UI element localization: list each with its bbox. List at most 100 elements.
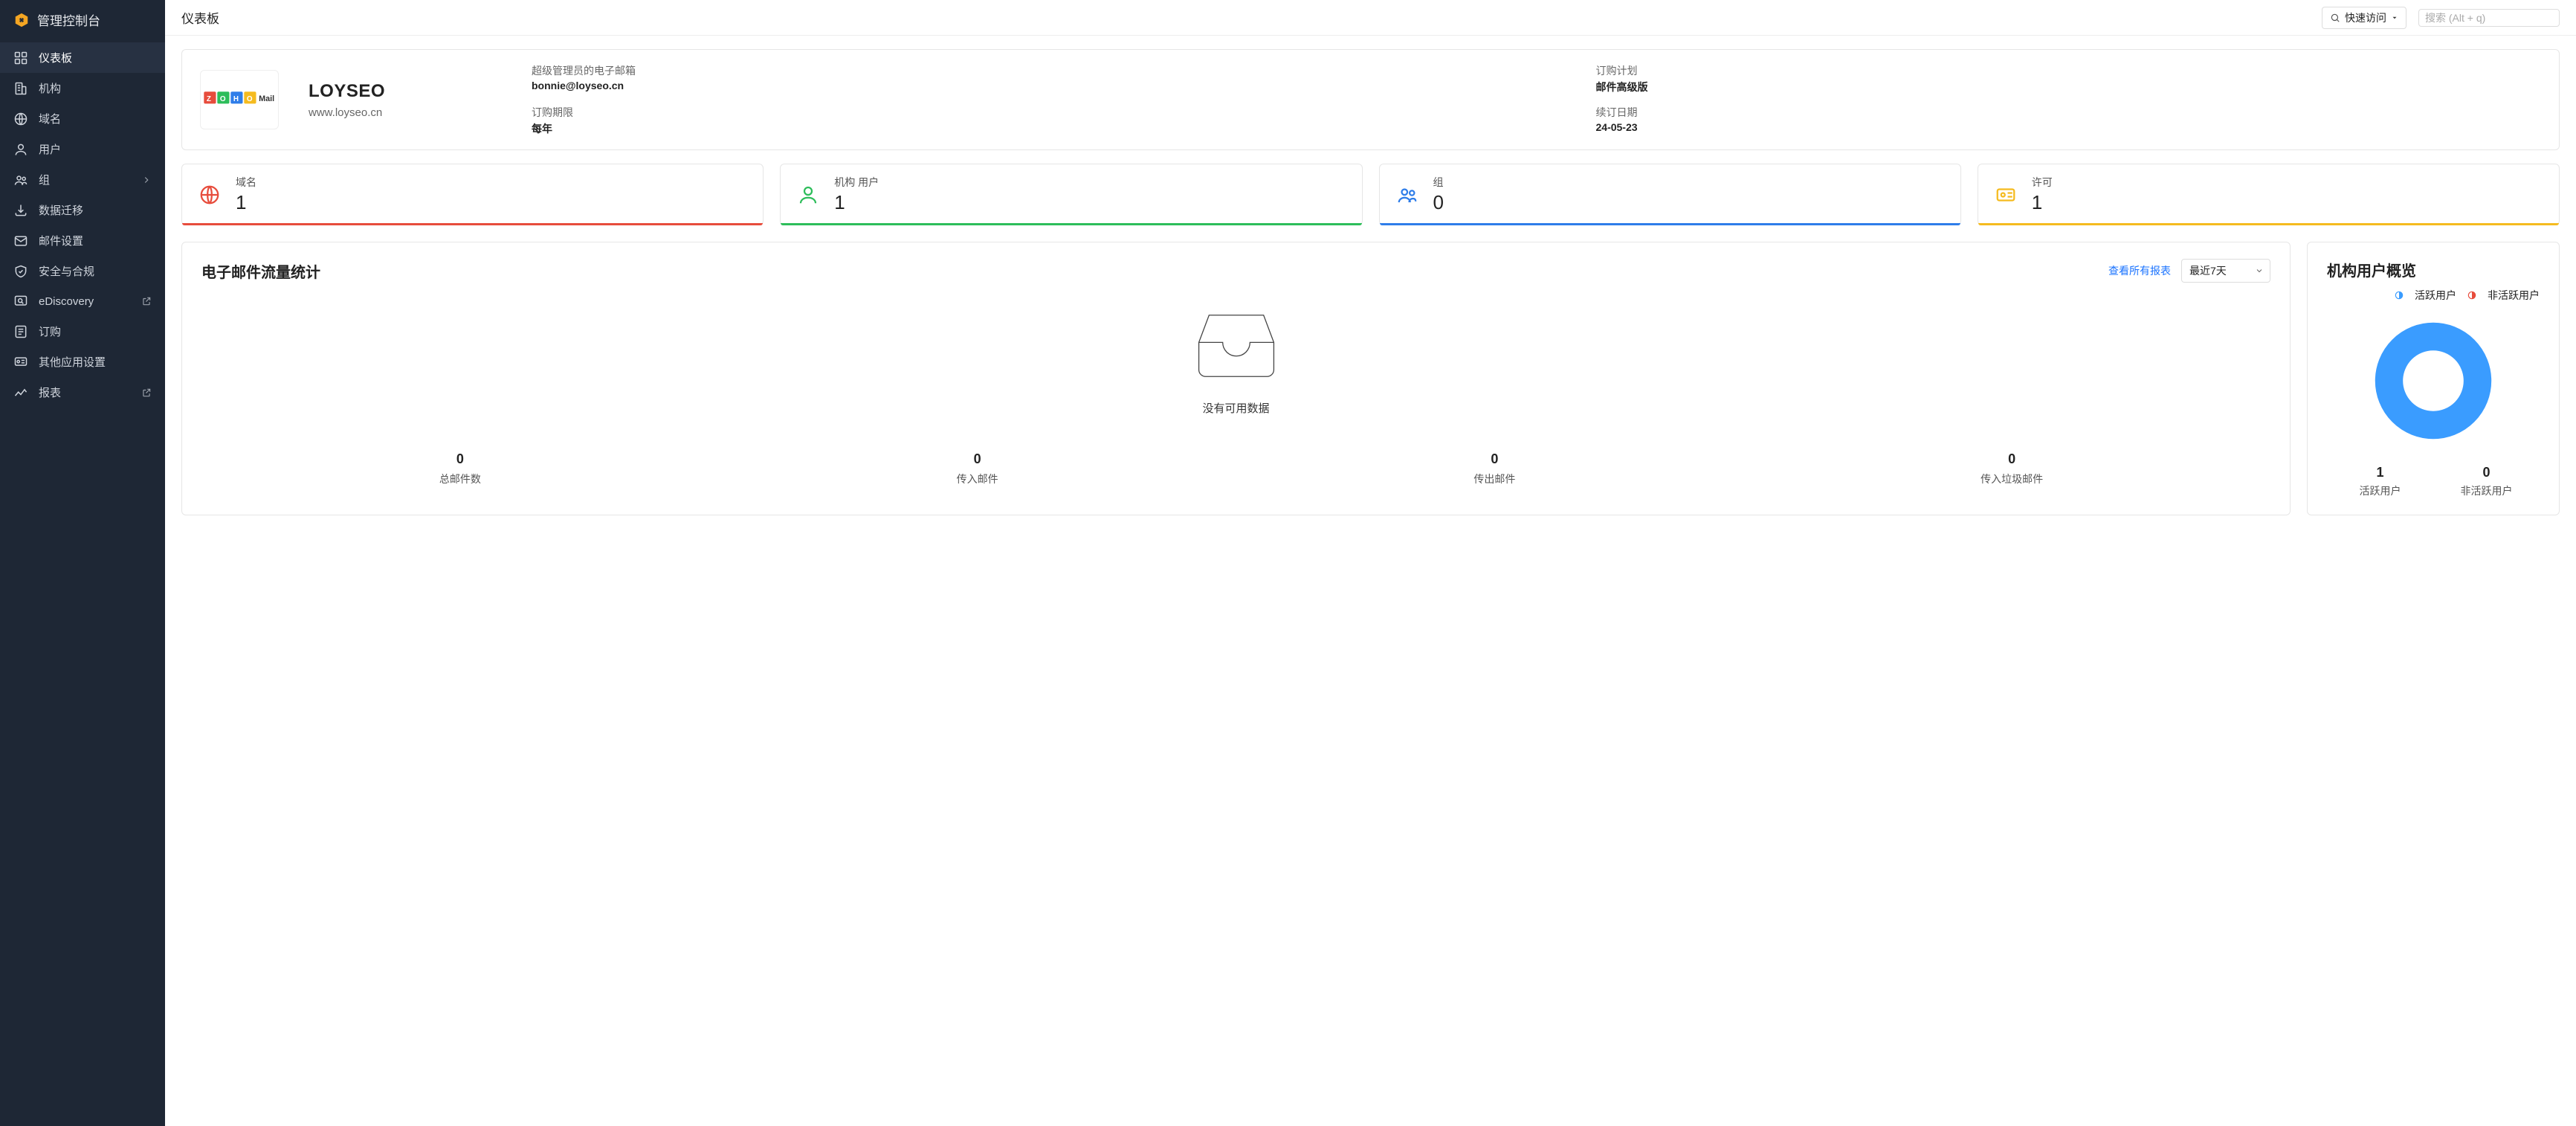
panel-title: 电子邮件流量统计: [201, 260, 320, 282]
organization-icon: [13, 81, 28, 96]
meta-label: 订购计划: [1596, 63, 2542, 78]
stat-label: 组: [1433, 175, 1444, 190]
stat-value: 0: [1433, 191, 1444, 214]
legend-active-icon: [2394, 290, 2404, 300]
meta-period: 订购期限 每年: [532, 105, 1477, 136]
stat-value: 0: [719, 451, 1236, 467]
meta-value: bonnie@loyseo.cn: [532, 80, 1477, 91]
sidebar-item-label: 订购: [39, 324, 61, 339]
panel-title: 机构用户概览: [2327, 259, 2540, 280]
donut-chart: [2370, 318, 2496, 444]
sidebar-item-label: 数据迁移: [39, 202, 83, 218]
empty-text: 没有可用数据: [1202, 400, 1269, 416]
date-range-select[interactable]: 最近7天: [2181, 259, 2270, 283]
sidebar-item-groups[interactable]: 组: [0, 164, 165, 195]
view-all-reports-link[interactable]: 查看所有报表: [2108, 263, 2171, 278]
sidebar-item-organization[interactable]: 机构: [0, 73, 165, 103]
sidebar-item-users[interactable]: 用户: [0, 134, 165, 164]
stat-tile-licenses[interactable]: 许可 1: [1978, 164, 2560, 225]
stat-value: 0: [1236, 451, 1754, 467]
sidebar: 管理控制台 仪表板 机构 域名 用户 组: [0, 0, 165, 1126]
user-icon: [13, 142, 28, 157]
traffic-stat-total: 0 总邮件数: [201, 451, 719, 486]
sidebar-item-subscription[interactable]: 订购: [0, 316, 165, 347]
search-box[interactable]: [2418, 9, 2560, 27]
stat-value: 0: [201, 451, 719, 467]
chevron-down-icon: [2255, 266, 2264, 275]
legend-inactive-label: 非活跃用户: [2488, 288, 2540, 303]
overview-inactive: 0 非活跃用户: [2433, 465, 2540, 498]
sidebar-item-reports[interactable]: 报表: [0, 377, 165, 408]
sidebar-item-ediscovery[interactable]: eDiscovery: [0, 286, 165, 316]
meta-label: 续订日期: [1596, 105, 2542, 120]
reports-icon: [13, 385, 28, 400]
globe-icon: [197, 182, 222, 207]
other-apps-icon: [13, 355, 28, 370]
stat-value: 1: [834, 191, 879, 214]
sidebar-item-label: 报表: [39, 385, 61, 400]
sidebar-item-label: 邮件设置: [39, 233, 83, 248]
legend-active-label: 活跃用户: [2415, 288, 2456, 303]
sidebar-item-label: 安全与合规: [39, 263, 94, 279]
meta-value: 邮件高级版: [1596, 80, 2542, 94]
app-logo-icon: [13, 12, 30, 28]
org-summary-card: Mail Z O H O LOYSEO www.loyseo.cn 超级管理员的…: [181, 49, 2560, 150]
meta-admin-email: 超级管理员的电子邮箱 bonnie@loyseo.cn: [532, 63, 1477, 94]
external-link-icon: [141, 296, 152, 306]
stat-label: 机构 用户: [834, 175, 879, 190]
sidebar-item-security[interactable]: 安全与合规: [0, 256, 165, 286]
sidebar-item-label: 其他应用设置: [39, 354, 106, 370]
sidebar-item-mail-settings[interactable]: 邮件设置: [0, 225, 165, 256]
inbox-empty-icon: [1188, 305, 1285, 387]
quick-access-label: 快速访问: [2345, 10, 2386, 25]
license-icon: [1993, 182, 2018, 207]
org-name: LOYSEO: [309, 81, 502, 102]
stat-tile-groups[interactable]: 组 0: [1379, 164, 1961, 225]
legend-inactive-icon: [2467, 290, 2477, 300]
sidebar-item-other-apps[interactable]: 其他应用设置: [0, 347, 165, 377]
stats-row: 域名 1 机构 用户 1 组 0: [181, 164, 2560, 225]
stat-tile-domains[interactable]: 域名 1: [181, 164, 764, 225]
meta-renew: 续订日期 24-05-23: [1596, 105, 2542, 136]
chevron-right-icon: [141, 175, 152, 185]
traffic-stat-spam: 0 传入垃圾邮件: [1753, 451, 2270, 486]
groups-icon: [1395, 182, 1420, 207]
traffic-stat-incoming: 0 传入邮件: [719, 451, 1236, 486]
sidebar-item-domains[interactable]: 域名: [0, 103, 165, 134]
stat-tile-users[interactable]: 机构 用户 1: [780, 164, 1362, 225]
meta-label: 订购期限: [532, 105, 1477, 120]
empty-state: 没有可用数据: [201, 283, 2270, 423]
meta-plan: 订购计划 邮件高级版: [1596, 63, 2542, 94]
search-input[interactable]: [2425, 12, 2553, 24]
ediscovery-icon: [13, 294, 28, 309]
svg-text:O: O: [247, 95, 253, 103]
dashboard-icon: [13, 51, 28, 65]
count: 0: [2433, 465, 2540, 480]
shield-icon: [13, 264, 28, 279]
sidebar-item-label: 仪表板: [39, 50, 72, 65]
traffic-stat-outgoing: 0 传出邮件: [1236, 451, 1754, 486]
sidebar-item-label: 域名: [39, 111, 61, 126]
stat-label: 总邮件数: [201, 472, 719, 486]
chevron-down-icon: [2391, 14, 2398, 22]
quick-access-dropdown[interactable]: 快速访问: [2322, 7, 2406, 29]
label: 活跃用户: [2327, 483, 2433, 498]
groups-icon: [13, 173, 28, 187]
sidebar-item-migration[interactable]: 数据迁移: [0, 195, 165, 225]
svg-text:Z: Z: [207, 95, 211, 103]
stat-value: 0: [1753, 451, 2270, 467]
stat-value: 1: [236, 191, 256, 214]
sidebar-title: 管理控制台: [37, 10, 100, 29]
stat-label: 域名: [236, 175, 256, 190]
svg-text:O: O: [220, 95, 226, 103]
svg-text:Mail: Mail: [259, 94, 274, 103]
sidebar-item-dashboard[interactable]: 仪表板: [0, 42, 165, 73]
sidebar-item-label: 用户: [39, 141, 61, 157]
label: 非活跃用户: [2433, 483, 2540, 498]
mail-settings-icon: [13, 234, 28, 248]
meta-value: 每年: [532, 121, 1477, 136]
sidebar-item-label: 组: [39, 172, 50, 187]
stat-value: 1: [2032, 191, 2053, 214]
topbar: 仪表板 快速访问: [165, 0, 2576, 36]
subscription-icon: [13, 324, 28, 339]
